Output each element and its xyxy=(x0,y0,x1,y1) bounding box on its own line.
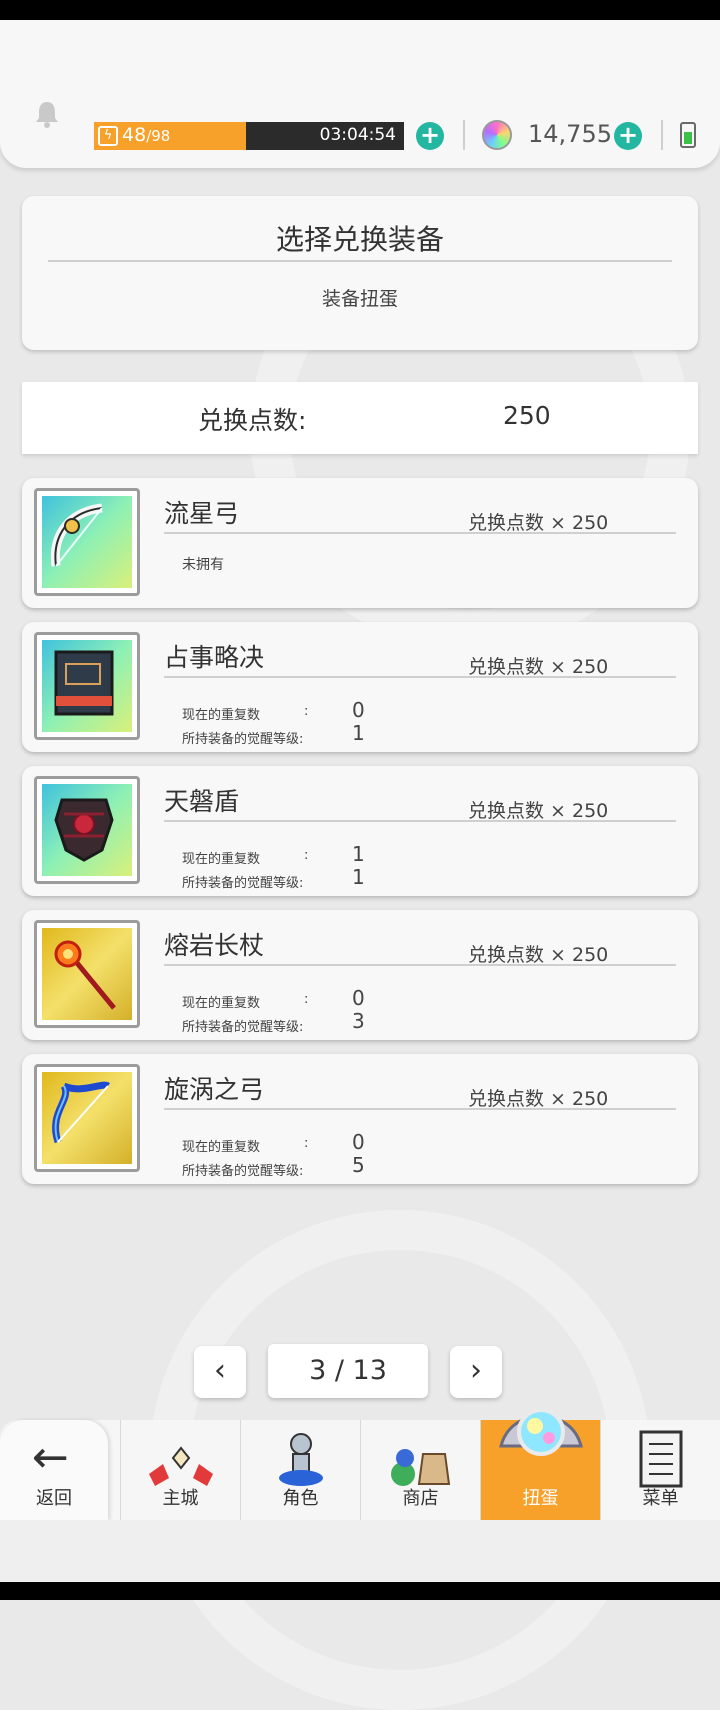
lightning-icon: ϟ xyxy=(98,126,118,146)
awaken-level-label: 所持装备的觉醒等级: xyxy=(182,1020,304,1035)
lava-staff-icon xyxy=(54,940,116,1010)
divider xyxy=(164,820,676,822)
nav-label: 菜单 xyxy=(642,1488,679,1509)
heaven-shield-icon xyxy=(54,798,114,862)
equipment-item[interactable]: 天磐盾 兑换点数 × 250 现在的重复数 : 1 所持装备的觉醒等级: 1 xyxy=(22,766,698,896)
stamina-timer: 03:04:54 xyxy=(319,125,396,145)
repeat-count-label: 现在的重复数 xyxy=(182,1140,261,1155)
awaken-level-value: 3 xyxy=(352,1009,365,1033)
system-status-bar xyxy=(0,0,720,20)
nav-tab-gacha[interactable]: 扭蛋 xyxy=(480,1408,600,1520)
gem-icon xyxy=(482,120,512,150)
divider xyxy=(164,676,676,678)
exchange-points-value: 250 xyxy=(503,401,551,430)
item-thumbnail xyxy=(34,920,140,1028)
vortex-bow-icon xyxy=(52,1081,110,1144)
previous-page-button[interactable]: ‹ xyxy=(194,1346,246,1398)
stamina-current: 48 xyxy=(122,124,147,146)
equipment-item[interactable]: 流星弓 兑换点数 × 250 未拥有 xyxy=(22,478,698,608)
awaken-level-label: 所持装备的觉醒等级: xyxy=(182,1164,304,1179)
colon: : xyxy=(304,704,309,719)
item-thumbnail xyxy=(34,632,140,740)
meteor-bow-icon xyxy=(50,503,103,567)
colon: : xyxy=(304,1136,309,1151)
nav-tab-shop[interactable]: 商店 xyxy=(360,1420,480,1520)
bottom-strip xyxy=(0,1520,720,1582)
repeat-count-label: 现在的重复数 xyxy=(182,852,261,867)
item-thumbnail xyxy=(34,488,140,596)
divider xyxy=(48,260,672,262)
item-name: 流星弓 xyxy=(164,499,240,528)
stamina-value: 48/98 xyxy=(122,124,170,146)
not-owned-label: 未拥有 xyxy=(182,557,224,573)
divider xyxy=(164,964,676,966)
system-nav-bar xyxy=(0,1582,720,1600)
item-cost: 兑换点数 × 250 xyxy=(468,800,609,822)
exchange-points-label: 兑换点数: xyxy=(198,406,307,435)
colon: : xyxy=(304,848,309,863)
notification-bell-icon[interactable] xyxy=(34,100,60,128)
divider xyxy=(661,120,663,150)
character-icon xyxy=(279,1433,323,1486)
item-name: 占事略决 xyxy=(164,643,265,672)
equipment-item[interactable]: 熔岩长杖 兑换点数 × 250 现在的重复数 : 0 所持装备的觉醒等级: 3 xyxy=(22,910,698,1040)
item-name: 熔岩长杖 xyxy=(164,931,265,960)
page-title: 选择兑换装备 xyxy=(275,223,444,256)
awaken-level-value: 5 xyxy=(352,1153,365,1177)
repeat-count-value: 0 xyxy=(352,986,365,1010)
awaken-level-label: 所持装备的觉醒等级: xyxy=(182,732,304,747)
repeat-count-value: 0 xyxy=(352,1130,365,1154)
item-cost: 兑换点数 × 250 xyxy=(468,656,609,678)
repeat-count-value: 0 xyxy=(352,698,365,722)
item-thumbnail xyxy=(34,1064,140,1172)
back-arrow-icon: ← xyxy=(32,1432,69,1483)
divination-book-icon xyxy=(54,650,114,716)
item-name: 旋涡之弓 xyxy=(164,1075,265,1104)
equipment-item[interactable]: 占事略决 兑换点数 × 250 现在的重复数 : 0 所持装备的觉醒等级: 1 xyxy=(22,622,698,752)
colon: : xyxy=(304,992,309,1007)
menu-list-icon xyxy=(639,1430,683,1488)
item-cost: 兑换点数 × 250 xyxy=(468,1088,609,1110)
stamina-max: /98 xyxy=(146,127,171,145)
title-panel: 选择兑换装备 装备扭蛋 xyxy=(22,196,698,350)
divider xyxy=(164,1108,676,1110)
back-label: 返回 xyxy=(36,1488,72,1509)
nav-tab-character[interactable]: 角色 xyxy=(240,1420,360,1520)
item-thumbnail xyxy=(34,776,140,884)
nav-tab-menu[interactable]: 菜单 xyxy=(600,1420,720,1520)
equipment-item[interactable]: 旋涡之弓 兑换点数 × 250 现在的重复数 : 0 所持装备的觉醒等级: 5 xyxy=(22,1054,698,1184)
stamina-bar: ϟ 48/98 03:04:54 xyxy=(94,122,404,150)
page-subtitle: 装备扭蛋 xyxy=(321,288,398,310)
battery-icon xyxy=(680,122,696,148)
repeat-count-value: 1 xyxy=(352,842,365,866)
divider xyxy=(463,120,465,150)
repeat-count-label: 现在的重复数 xyxy=(182,996,261,1011)
nav-label: 扭蛋 xyxy=(522,1488,559,1509)
exchange-points-bar: 兑换点数: 250 xyxy=(22,382,698,454)
add-gems-button[interactable]: + xyxy=(614,122,642,150)
nav-tab-main-city[interactable]: 主城 xyxy=(120,1420,240,1520)
item-cost: 兑换点数 × 250 xyxy=(468,944,609,966)
awaken-level-label: 所持装备的觉醒等级: xyxy=(182,876,304,891)
gacha-orb-icon xyxy=(499,1408,583,1456)
gem-count: 14,755 xyxy=(528,120,612,148)
item-cost: 兑换点数 × 250 xyxy=(468,512,609,534)
awaken-level-value: 1 xyxy=(352,865,365,889)
nav-label: 主城 xyxy=(162,1488,199,1509)
nav-label: 角色 xyxy=(282,1488,319,1509)
back-button[interactable]: ← 返回 xyxy=(0,1420,108,1520)
add-stamina-button[interactable]: + xyxy=(416,122,444,150)
awaken-level-value: 1 xyxy=(352,721,365,745)
nav-label: 商店 xyxy=(402,1488,439,1509)
divider xyxy=(164,532,676,534)
item-name: 天磐盾 xyxy=(164,787,240,816)
page-indicator: 3 / 13 xyxy=(268,1344,428,1398)
repeat-count-label: 现在的重复数 xyxy=(182,708,261,723)
